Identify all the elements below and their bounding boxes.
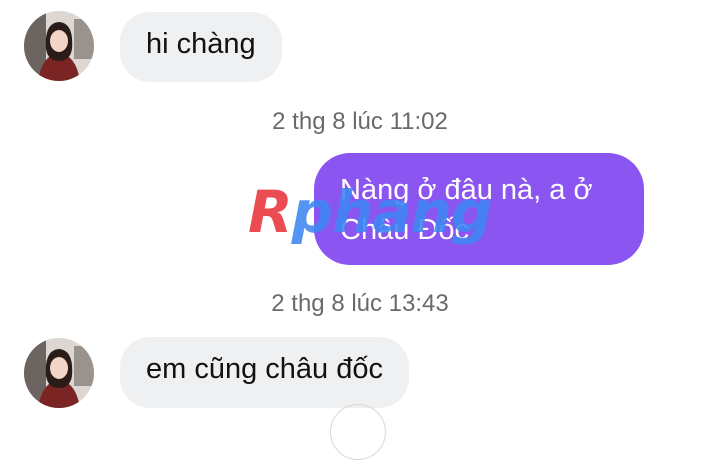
message-text: em cũng châu đốc [146,353,383,385]
incoming-message-bubble[interactable]: hi chàng [120,12,282,82]
partial-circle-button[interactable] [330,404,386,460]
message-timestamp: 2 thg 8 lúc 11:02 [272,108,448,135]
contact-photo-icon [24,338,94,408]
message-text: Nàng ở đâu nà, a ở Châu Đốc [340,174,593,246]
outgoing-message-bubble[interactable]: Nàng ở đâu nà, a ở Châu Đốc [314,153,644,265]
message-timestamp: 2 thg 8 lúc 13:43 [271,290,449,317]
contact-avatar[interactable] [24,338,94,408]
incoming-message-bubble[interactable]: em cũng châu đốc [120,337,409,408]
message-text: hi chàng [146,28,256,60]
contact-photo-icon [24,11,94,81]
contact-avatar[interactable] [24,11,94,81]
